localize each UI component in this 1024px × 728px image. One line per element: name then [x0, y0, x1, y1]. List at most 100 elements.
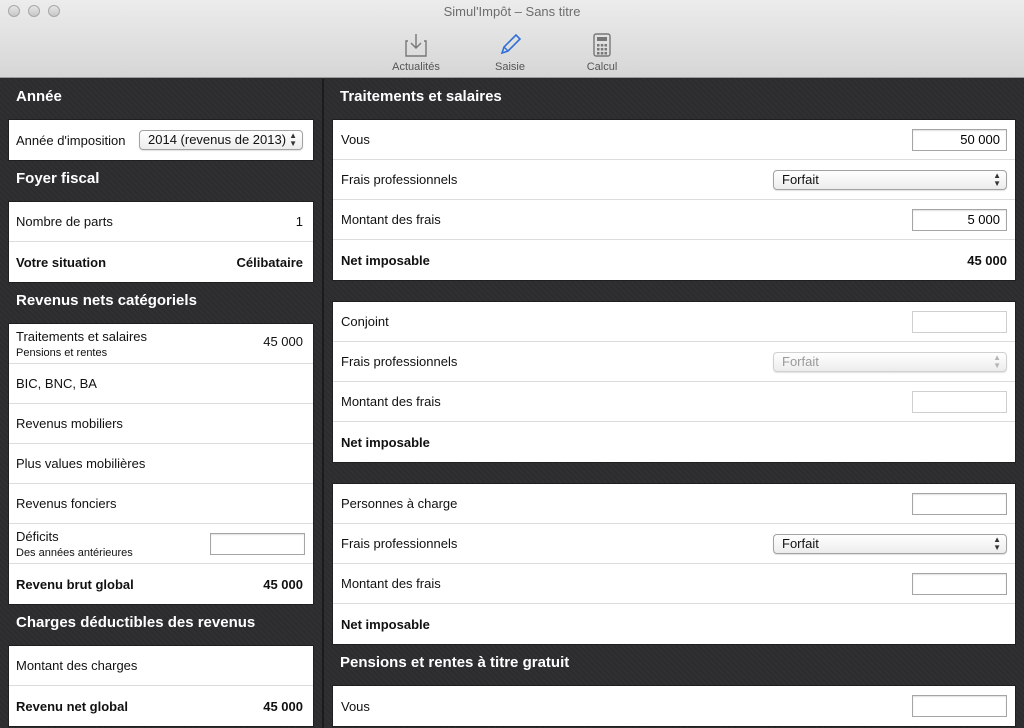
plus-values-row: Plus values mobilières	[9, 444, 313, 484]
charge-frais-select[interactable]: Forfait ▲ ▼	[773, 533, 1007, 554]
charge-net-row: Net imposable	[333, 604, 1015, 644]
annee-imposition-row: Année d'imposition 2014 (revenus de 2013…	[9, 120, 313, 160]
charge-frais-label: Frais professionnels	[341, 536, 458, 551]
annee-imposition-value: 2014 (revenus de 2013)	[148, 132, 287, 147]
charge-frais-value: Forfait	[782, 535, 819, 551]
personnes-charge-label: Personnes à charge	[341, 496, 458, 511]
download-icon	[376, 30, 456, 60]
deficits-input[interactable]	[210, 533, 305, 555]
stepper-arrows-icon: ▲ ▼	[289, 131, 297, 148]
nombre-parts-value: 1	[295, 214, 303, 229]
traitements-summary-value: 45 000	[263, 334, 303, 349]
montant-charges-label: Montant des charges	[16, 658, 138, 673]
section-traitements-title: Traitements et salaires	[340, 88, 502, 105]
calculator-icon	[562, 30, 642, 60]
situation-row: Votre situation Célibataire	[9, 242, 313, 282]
revenu-brut-value: 45 000	[263, 576, 303, 592]
vous-frais-label: Frais professionnels	[341, 172, 458, 187]
revenus-mobiliers-label: Revenus mobiliers	[16, 416, 123, 431]
window-toolbar: Simul'Impôt – Sans titre Actualités Sais…	[0, 0, 1024, 78]
conjoint-frais-value: Forfait	[782, 353, 819, 369]
conjoint-frais-select[interactable]: Forfait ▲ ▼	[773, 351, 1007, 372]
conjoint-frais-row: Frais professionnels Forfait ▲ ▼	[333, 342, 1015, 382]
personnes-charge-input[interactable]	[912, 492, 1007, 515]
revenus-fonciers-label: Revenus fonciers	[16, 496, 117, 511]
toolbar-actualites-button[interactable]: Actualités	[376, 30, 456, 73]
section-revenus-title: Revenus nets catégoriels	[16, 292, 197, 309]
stepper-arrows-icon: ▲ ▼	[993, 170, 1001, 188]
pensions-summary-sublabel: Pensions et rentes	[16, 346, 108, 359]
personnes-charge-row: Personnes à charge	[333, 484, 1015, 524]
conjoint-montant-label: Montant des frais	[341, 394, 441, 409]
charge-net-label: Net imposable	[341, 616, 430, 632]
conjoint-salaire-input[interactable]	[912, 310, 1007, 333]
vous-montant-row: Montant des frais	[333, 200, 1015, 240]
vous-row: Vous	[333, 120, 1015, 160]
vous-label: Vous	[341, 132, 370, 147]
toolbar-saisie-button[interactable]: Saisie	[470, 30, 550, 73]
conjoint-row: Conjoint	[333, 302, 1015, 342]
toolbar-calcul-button[interactable]: Calcul	[562, 30, 642, 73]
conjoint-net-label: Net imposable	[341, 434, 430, 450]
revenus-fonciers-row: Revenus fonciers	[9, 484, 313, 524]
pencil-icon	[470, 30, 550, 60]
section-pensions-title: Pensions et rentes à titre gratuit	[340, 654, 570, 671]
vous-net-row: Net imposable 45 000	[333, 240, 1015, 280]
revenu-net-value: 45 000	[263, 698, 303, 714]
pensions-card: Vous	[332, 685, 1016, 727]
conjoint-frais-label: Frais professionnels	[341, 354, 458, 369]
traitements-summary-row: Traitements et salaires Pensions et rent…	[9, 324, 313, 364]
charge-frais-row: Frais professionnels Forfait ▲ ▼	[333, 524, 1015, 564]
conjoint-card: Conjoint Frais professionnels Forfait ▲ ▼…	[332, 301, 1016, 463]
section-charges-title: Charges déductibles des revenus	[16, 614, 256, 631]
section-foyer-title: Foyer fiscal	[16, 170, 100, 187]
situation-label: Votre situation	[16, 254, 107, 270]
revenus-mobiliers-row: Revenus mobiliers	[9, 404, 313, 444]
pensions-vous-label: Vous	[341, 698, 370, 714]
conjoint-label: Conjoint	[341, 314, 389, 329]
window-title: Simul'Impôt – Sans titre	[443, 4, 581, 19]
deficits-row: Déficits Des années antérieures	[9, 524, 313, 564]
vous-net-label: Net imposable	[341, 252, 430, 268]
stepper-arrows-icon: ▲ ▼	[993, 534, 1001, 552]
situation-value: Célibataire	[236, 254, 303, 270]
toolbar-saisie-label: Saisie	[495, 61, 525, 73]
revenu-brut-row: Revenu brut global 45 000	[9, 564, 313, 604]
charge-montant-label: Montant des frais	[341, 576, 441, 591]
montant-charges-row: Montant des charges	[9, 646, 313, 686]
revenu-net-label: Revenu net global	[16, 698, 128, 714]
charges-card: Montant des charges Revenu net global 45…	[8, 645, 314, 727]
plus-values-label: Plus values mobilières	[16, 456, 146, 471]
stepper-arrows-icon: ▲ ▼	[993, 352, 1001, 370]
vous-net-value: 45 000	[967, 252, 1007, 268]
revenus-card: Traitements et salaires Pensions et rent…	[8, 323, 314, 605]
personnes-charge-card: Personnes à charge Frais professionnels …	[332, 483, 1016, 645]
vous-salaire-input[interactable]	[912, 128, 1007, 151]
annee-imposition-label: Année d'imposition	[16, 132, 126, 148]
conjoint-net-row: Net imposable	[333, 422, 1015, 462]
charge-montant-row: Montant des frais	[333, 564, 1015, 604]
summary-panel[interactable]: Année Année d'imposition 2014 (revenus d…	[0, 79, 322, 728]
entry-panel[interactable]: Traitements et salaires Vous Frais profe…	[324, 79, 1024, 728]
annee-imposition-select[interactable]: 2014 (revenus de 2013) ▲ ▼	[139, 130, 303, 150]
toolbar-calcul-label: Calcul	[586, 61, 618, 73]
section-annee-title: Année	[16, 88, 62, 105]
conjoint-montant-input[interactable]	[912, 390, 1007, 413]
deficits-label: Déficits	[16, 528, 59, 544]
vous-frais-value: Forfait	[782, 171, 819, 187]
foyer-card: Nombre de parts 1 Votre situation Céliba…	[8, 201, 314, 283]
annee-card: Année d'imposition 2014 (revenus de 2013…	[8, 119, 314, 161]
charge-montant-input[interactable]	[912, 572, 1007, 595]
traitements-summary-label: Traitements et salaires	[16, 328, 148, 344]
revenu-net-row: Revenu net global 45 000	[9, 686, 313, 726]
pensions-vous-row: Vous	[333, 686, 1015, 726]
vous-montant-label: Montant des frais	[341, 212, 441, 227]
vous-frais-row: Frais professionnels Forfait ▲ ▼	[333, 160, 1015, 200]
bic-row: BIC, BNC, BA	[9, 364, 313, 404]
vous-montant-input[interactable]	[912, 208, 1007, 231]
bic-label: BIC, BNC, BA	[16, 376, 97, 391]
deficits-sublabel: Des années antérieures	[16, 546, 133, 559]
pensions-vous-input[interactable]	[912, 695, 1007, 717]
vous-frais-select[interactable]: Forfait ▲ ▼	[773, 169, 1007, 190]
revenu-brut-label: Revenu brut global	[16, 576, 134, 592]
